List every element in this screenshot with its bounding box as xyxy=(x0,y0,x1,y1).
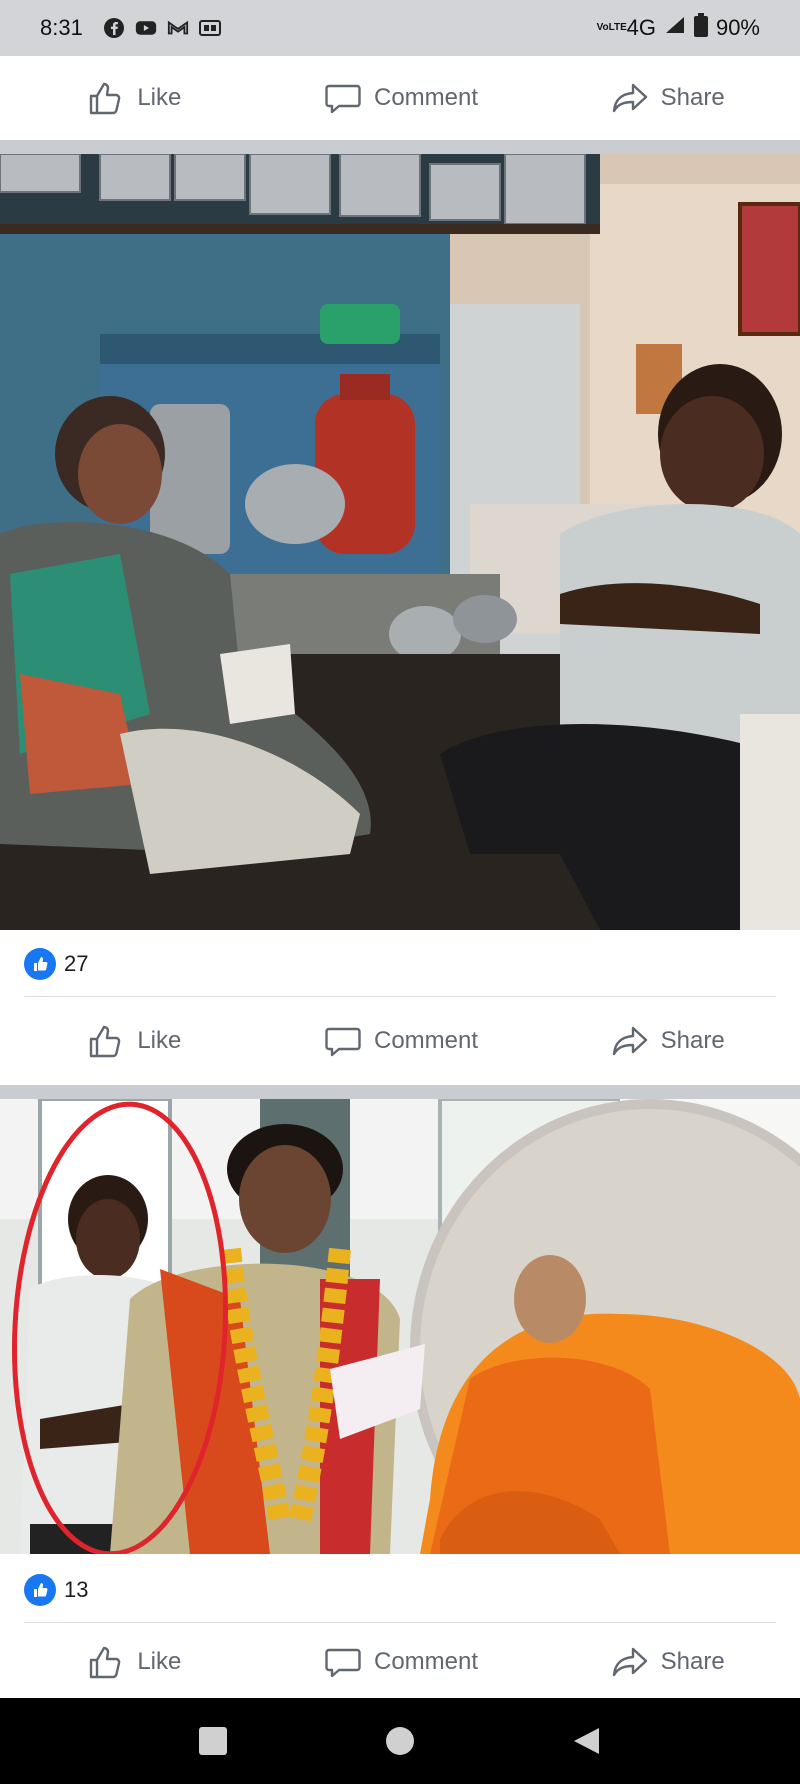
like-label: Like xyxy=(137,1648,182,1675)
square-icon xyxy=(199,1727,228,1755)
share-button[interactable]: Share xyxy=(533,1020,800,1062)
gmail-icon xyxy=(167,17,189,39)
back-button[interactable] xyxy=(557,1711,617,1771)
comment-icon xyxy=(325,1027,361,1057)
comment-button[interactable]: Comment xyxy=(267,1641,534,1683)
thumbs-up-icon xyxy=(90,1646,121,1679)
status-bar: 8:31 VoLTE 4G 90% xyxy=(0,0,800,56)
post-actions: Like Comment Share xyxy=(0,56,800,140)
like-label: Like xyxy=(137,1027,182,1054)
like-reaction-icon xyxy=(24,1574,56,1606)
youtube-icon xyxy=(135,17,157,39)
thumbs-up-icon xyxy=(90,82,121,115)
status-time: 8:31 xyxy=(40,15,83,40)
share-label: Share xyxy=(660,1648,725,1675)
reaction-summary[interactable]: 27 xyxy=(24,944,88,984)
comment-label: Comment xyxy=(373,1027,479,1054)
post-photo-kitchen[interactable] xyxy=(0,154,800,930)
facebook-icon xyxy=(103,17,125,39)
like-reaction-icon xyxy=(24,948,56,980)
post-separator xyxy=(0,1085,800,1099)
comment-label: Comment xyxy=(373,1648,479,1675)
like-button[interactable]: Like xyxy=(0,1020,267,1062)
notification-icons xyxy=(103,17,221,39)
triangle-back-icon xyxy=(573,1728,599,1754)
battery-icon xyxy=(693,13,708,43)
share-arrow-icon xyxy=(612,1026,647,1056)
signal-icon xyxy=(664,15,686,41)
post-photo-ceremony[interactable] xyxy=(0,1099,800,1554)
like-button[interactable]: Like xyxy=(0,1641,267,1683)
reaction-summary[interactable]: 13 xyxy=(24,1570,88,1610)
reactions-divider xyxy=(24,1622,776,1623)
comment-label: Comment xyxy=(373,84,479,111)
share-button[interactable]: Share xyxy=(533,77,800,119)
recents-button[interactable] xyxy=(183,1711,243,1771)
reaction-count: 27 xyxy=(64,951,89,976)
share-label: Share xyxy=(660,1027,725,1054)
volte-indicator: VoLTE xyxy=(596,22,627,33)
comment-button[interactable]: Comment xyxy=(267,1020,534,1062)
network-type: 4G xyxy=(626,15,656,40)
post-separator xyxy=(0,140,800,154)
share-arrow-icon xyxy=(612,1647,647,1677)
like-label: Like xyxy=(137,84,182,111)
thumbs-up-icon xyxy=(90,1025,121,1058)
home-button[interactable] xyxy=(370,1711,430,1771)
circle-icon xyxy=(385,1727,414,1755)
share-arrow-icon xyxy=(612,83,647,113)
status-right: VoLTE 4G 90% xyxy=(597,0,760,56)
share-button[interactable]: Share xyxy=(533,1641,800,1683)
android-nav-bar xyxy=(0,1698,800,1784)
comment-icon xyxy=(325,1648,361,1678)
reactions-divider xyxy=(24,996,776,997)
gb-icon xyxy=(198,17,221,39)
share-label: Share xyxy=(660,84,725,111)
post-actions: Like Comment Share xyxy=(0,1626,800,1698)
battery-percent: 90% xyxy=(715,15,760,40)
like-button[interactable]: Like xyxy=(0,77,267,119)
comment-button[interactable]: Comment xyxy=(267,77,534,119)
post-actions: Like Comment Share xyxy=(0,999,800,1083)
reaction-count: 13 xyxy=(64,1577,89,1602)
comment-icon xyxy=(325,84,361,114)
